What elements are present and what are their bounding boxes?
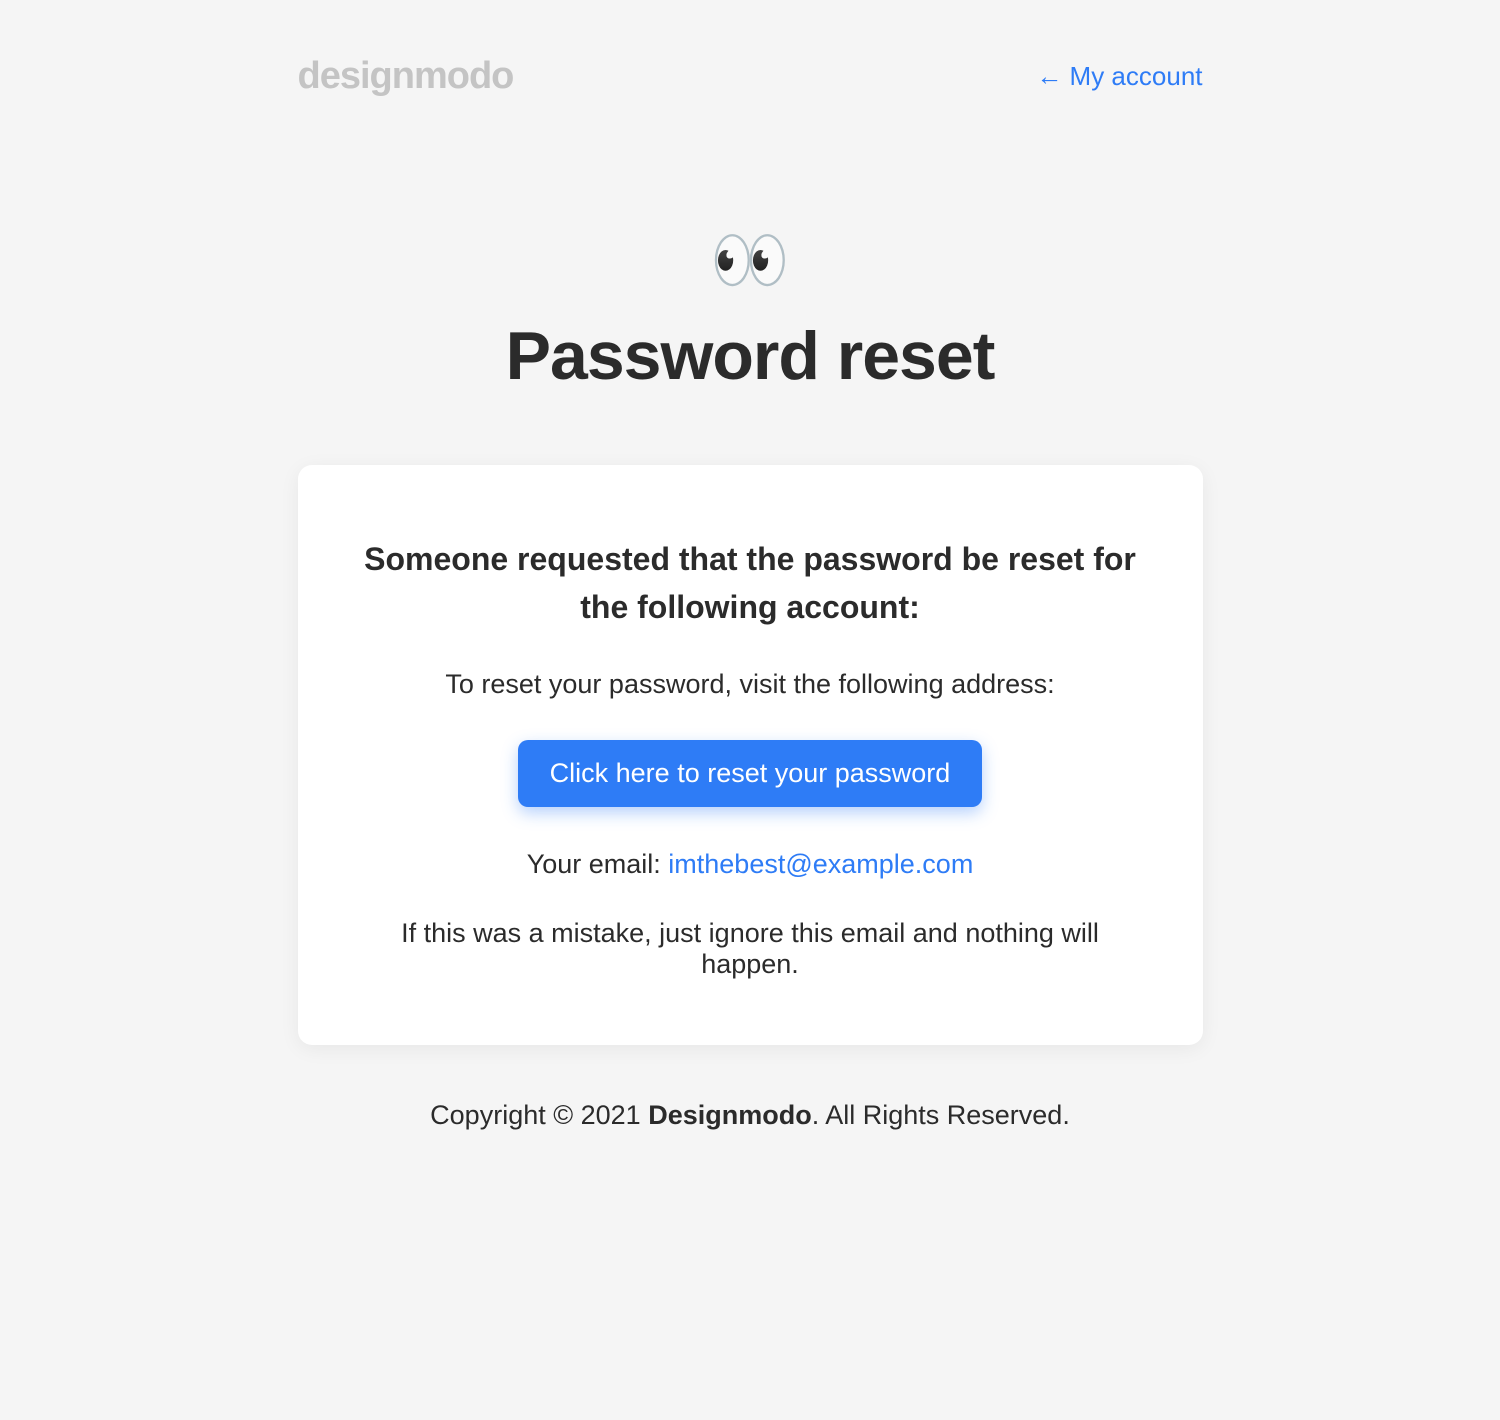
footer-brand: Designmodo [648,1100,812,1130]
my-account-link[interactable]: ← My account [1036,61,1202,92]
copyright-prefix: Copyright © 2021 [430,1100,648,1130]
footer: Copyright © 2021 Designmodo. All Rights … [298,1100,1203,1191]
card-heading: Someone requested that the password be r… [358,535,1143,631]
email-label: Your email: [527,849,669,879]
hero-section: 👀 Password reset [298,228,1203,395]
page-title: Password reset [298,317,1203,395]
reset-password-button[interactable]: Click here to reset your password [518,740,983,807]
email-link[interactable]: imthebest@example.com [668,849,973,879]
email-line: Your email: imthebest@example.com [358,849,1143,880]
eyes-icon: 👀 [298,228,1203,292]
copyright-suffix: . All Rights Reserved. [812,1100,1070,1130]
header: designmodo ← My account [298,55,1203,98]
instruction-text: To reset your password, visit the follow… [358,669,1143,700]
logo: designmodo [298,55,514,98]
content-card: Someone requested that the password be r… [298,465,1203,1045]
disclaimer-text: If this was a mistake, just ignore this … [358,918,1143,980]
